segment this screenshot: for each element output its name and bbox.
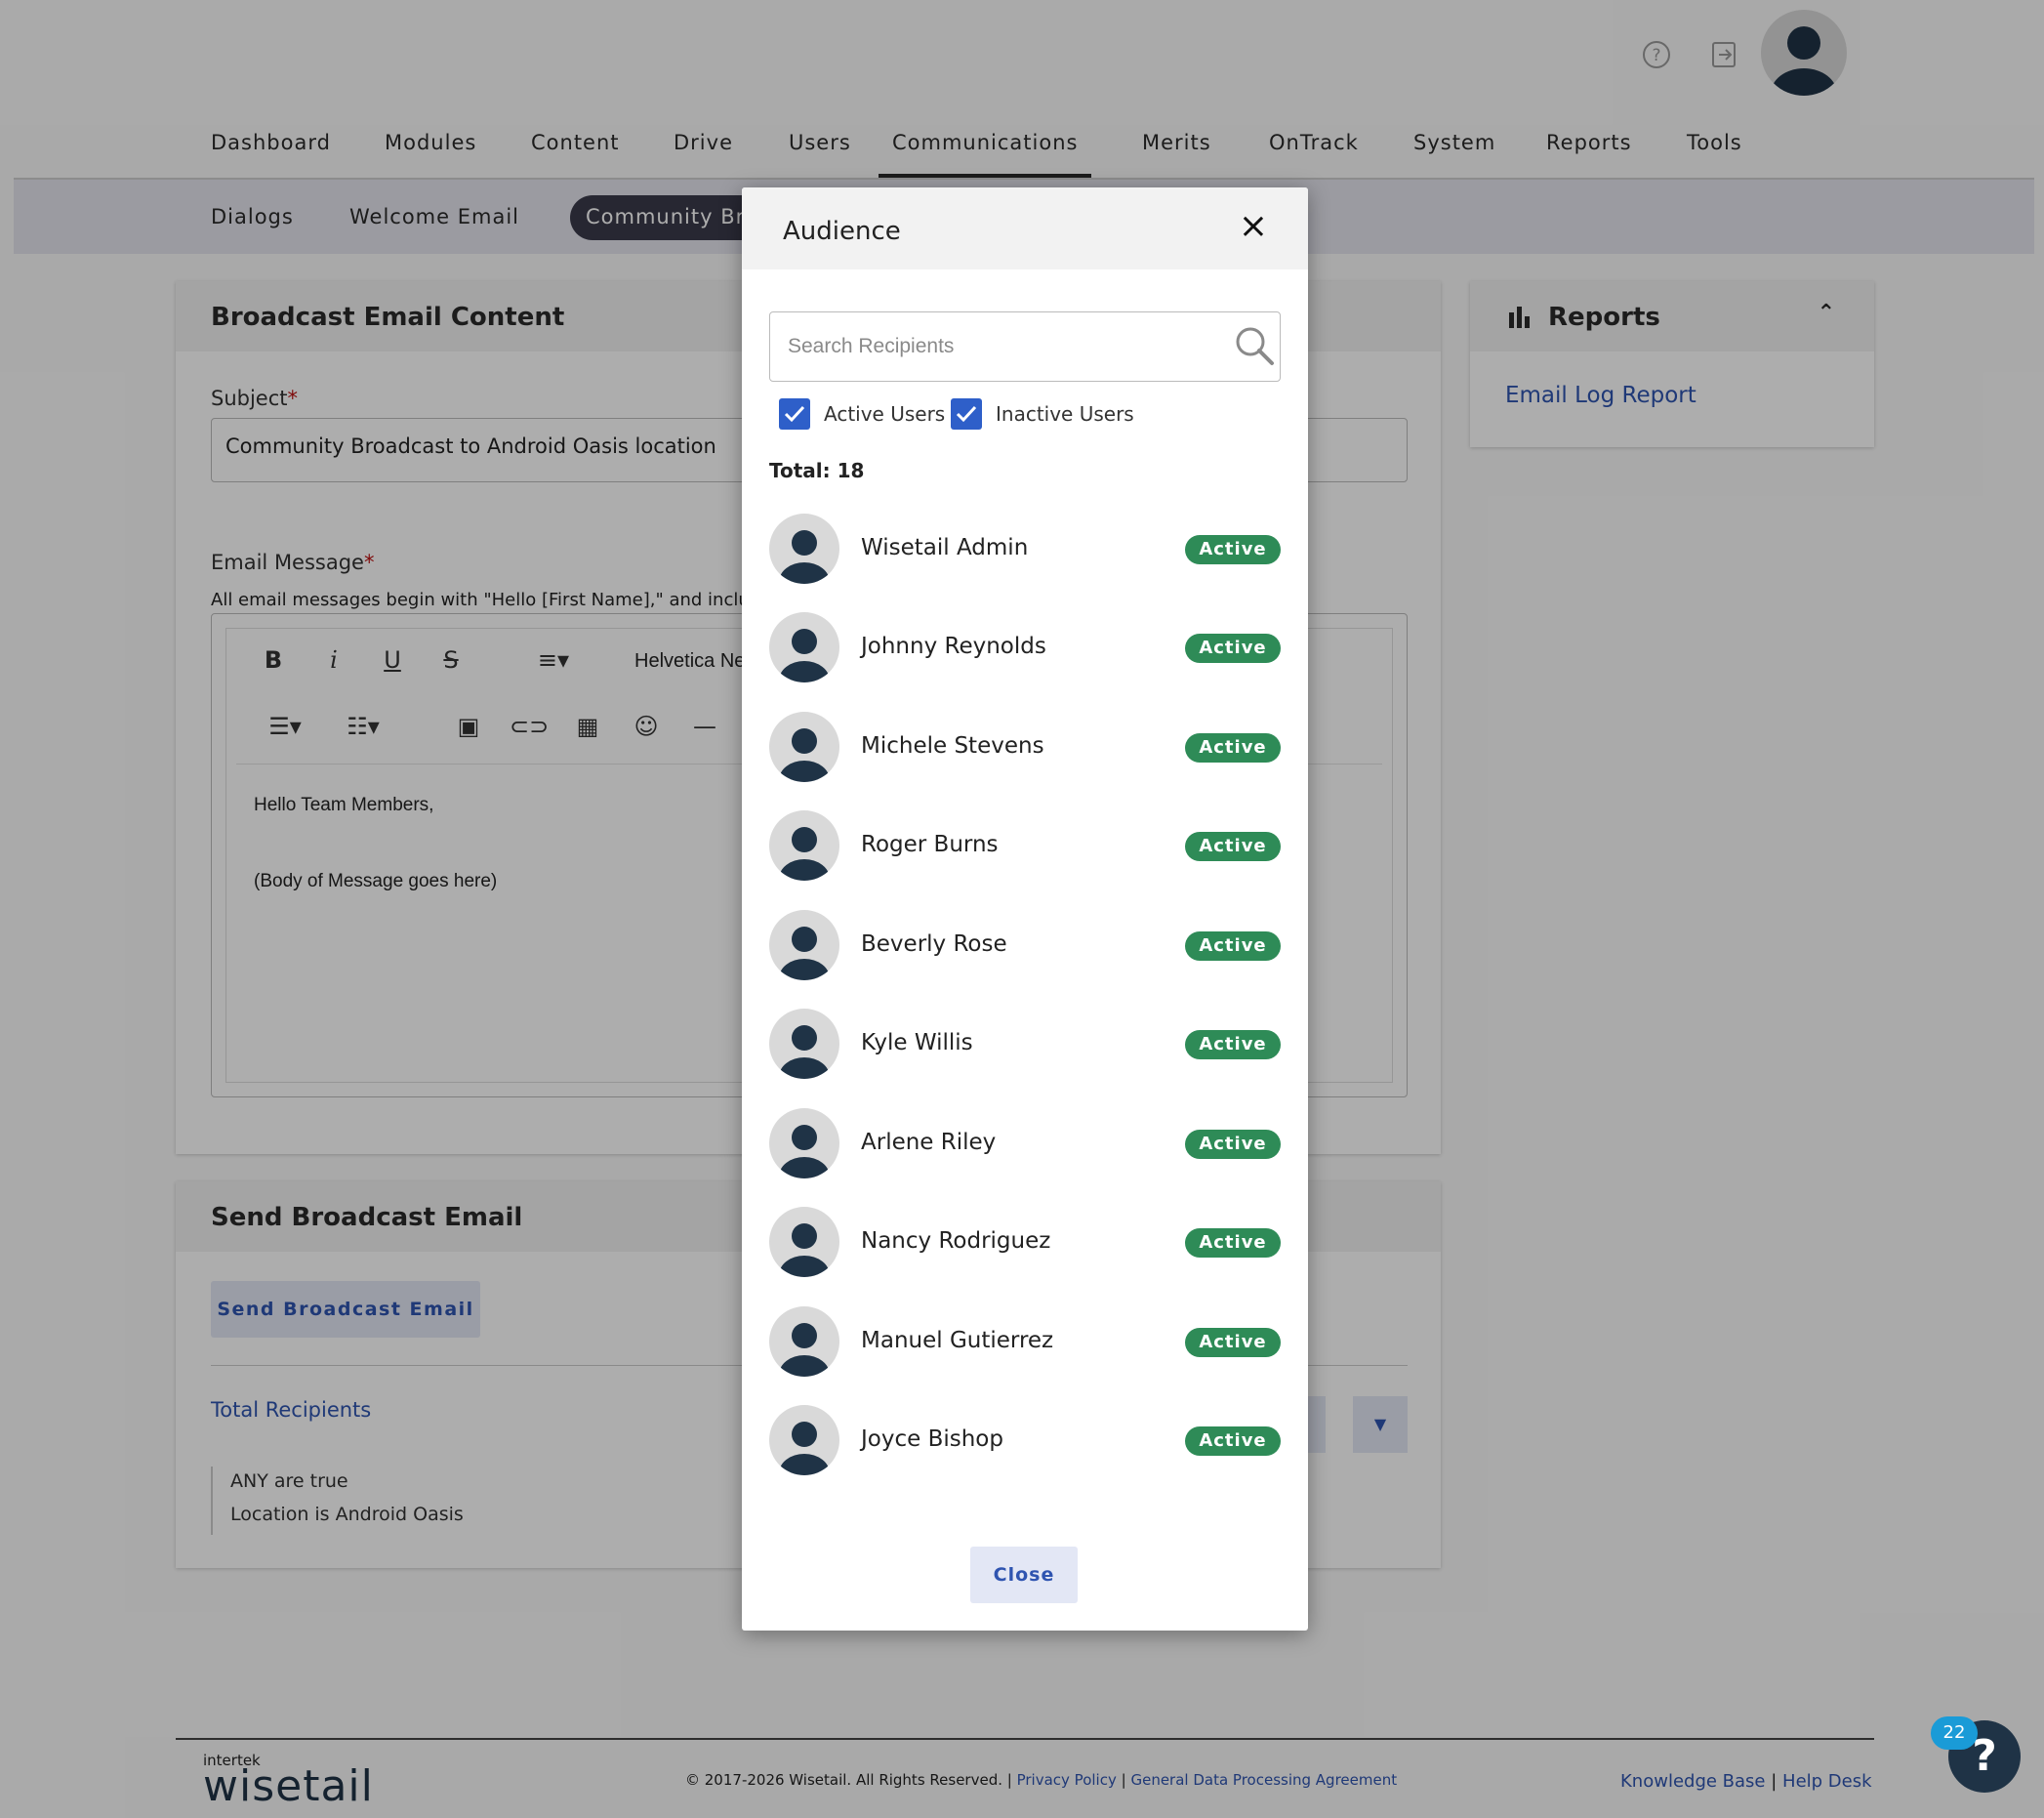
recipient-name: Kyle Willis <box>861 1030 973 1055</box>
recipient-row[interactable]: Roger Burns Active <box>769 810 1281 883</box>
status-badge: Active <box>1185 1328 1281 1357</box>
recipient-row[interactable]: Nancy Rodriguez Active <box>769 1207 1281 1279</box>
active-users-filter[interactable]: Active Users <box>779 398 945 430</box>
avatar <box>769 1108 839 1178</box>
modal-title: Audience <box>783 217 901 246</box>
close-button[interactable]: Close <box>970 1547 1078 1603</box>
active-users-label: Active Users <box>824 402 946 426</box>
checkbox-checked-icon[interactable] <box>779 398 810 430</box>
avatar <box>769 712 839 782</box>
status-badge: Active <box>1185 1228 1281 1258</box>
status-badge: Active <box>1185 1426 1281 1456</box>
search-recipients-input[interactable] <box>788 326 1198 367</box>
recipient-name: Nancy Rodriguez <box>861 1228 1051 1254</box>
avatar <box>769 514 839 584</box>
status-badge: Active <box>1185 832 1281 861</box>
avatar <box>769 1405 839 1475</box>
recipient-row[interactable]: Wisetail Admin Active <box>769 514 1281 586</box>
avatar <box>769 612 839 682</box>
status-badge: Active <box>1185 535 1281 564</box>
status-badge: Active <box>1185 1030 1281 1059</box>
inactive-users-label: Inactive Users <box>996 402 1134 426</box>
recipient-name: Michele Stevens <box>861 733 1044 759</box>
search-icon[interactable] <box>1233 324 1280 371</box>
status-badge: Active <box>1185 1130 1281 1159</box>
recipient-row[interactable]: Beverly Rose Active <box>769 910 1281 982</box>
status-badge: Active <box>1185 733 1281 763</box>
search-recipients-box <box>769 311 1281 382</box>
audience-modal: Audience × Active Users Inactive Users T… <box>742 187 1308 1631</box>
recipient-row[interactable]: Kyle Willis Active <box>769 1009 1281 1081</box>
recipient-row[interactable]: Manuel Gutierrez Active <box>769 1306 1281 1379</box>
recipient-name: Wisetail Admin <box>861 535 1029 560</box>
inactive-users-filter[interactable]: Inactive Users <box>951 398 1134 430</box>
recipient-name: Manuel Gutierrez <box>861 1328 1054 1353</box>
avatar <box>769 1207 839 1277</box>
recipient-total: Total: 18 <box>769 459 865 482</box>
recipient-name: Johnny Reynolds <box>861 634 1046 659</box>
recipient-name: Beverly Rose <box>861 931 1007 957</box>
recipient-row[interactable]: Michele Stevens Active <box>769 712 1281 784</box>
recipient-row[interactable]: Arlene Riley Active <box>769 1108 1281 1180</box>
modal-header: Audience × <box>742 187 1308 269</box>
close-icon[interactable]: × <box>1234 207 1273 246</box>
avatar <box>769 910 839 980</box>
status-badge: Active <box>1185 634 1281 663</box>
avatar <box>769 1009 839 1079</box>
avatar <box>769 1306 839 1377</box>
status-badge: Active <box>1185 931 1281 961</box>
recipient-row[interactable]: Johnny Reynolds Active <box>769 612 1281 684</box>
notification-count-badge: 22 <box>1931 1716 1978 1750</box>
recipient-name: Joyce Bishop <box>861 1426 1003 1452</box>
checkbox-checked-icon[interactable] <box>951 398 982 430</box>
avatar <box>769 810 839 881</box>
recipient-row[interactable]: Joyce Bishop Active <box>769 1405 1281 1477</box>
recipient-name: Arlene Riley <box>861 1130 997 1155</box>
recipient-name: Roger Burns <box>861 832 999 857</box>
